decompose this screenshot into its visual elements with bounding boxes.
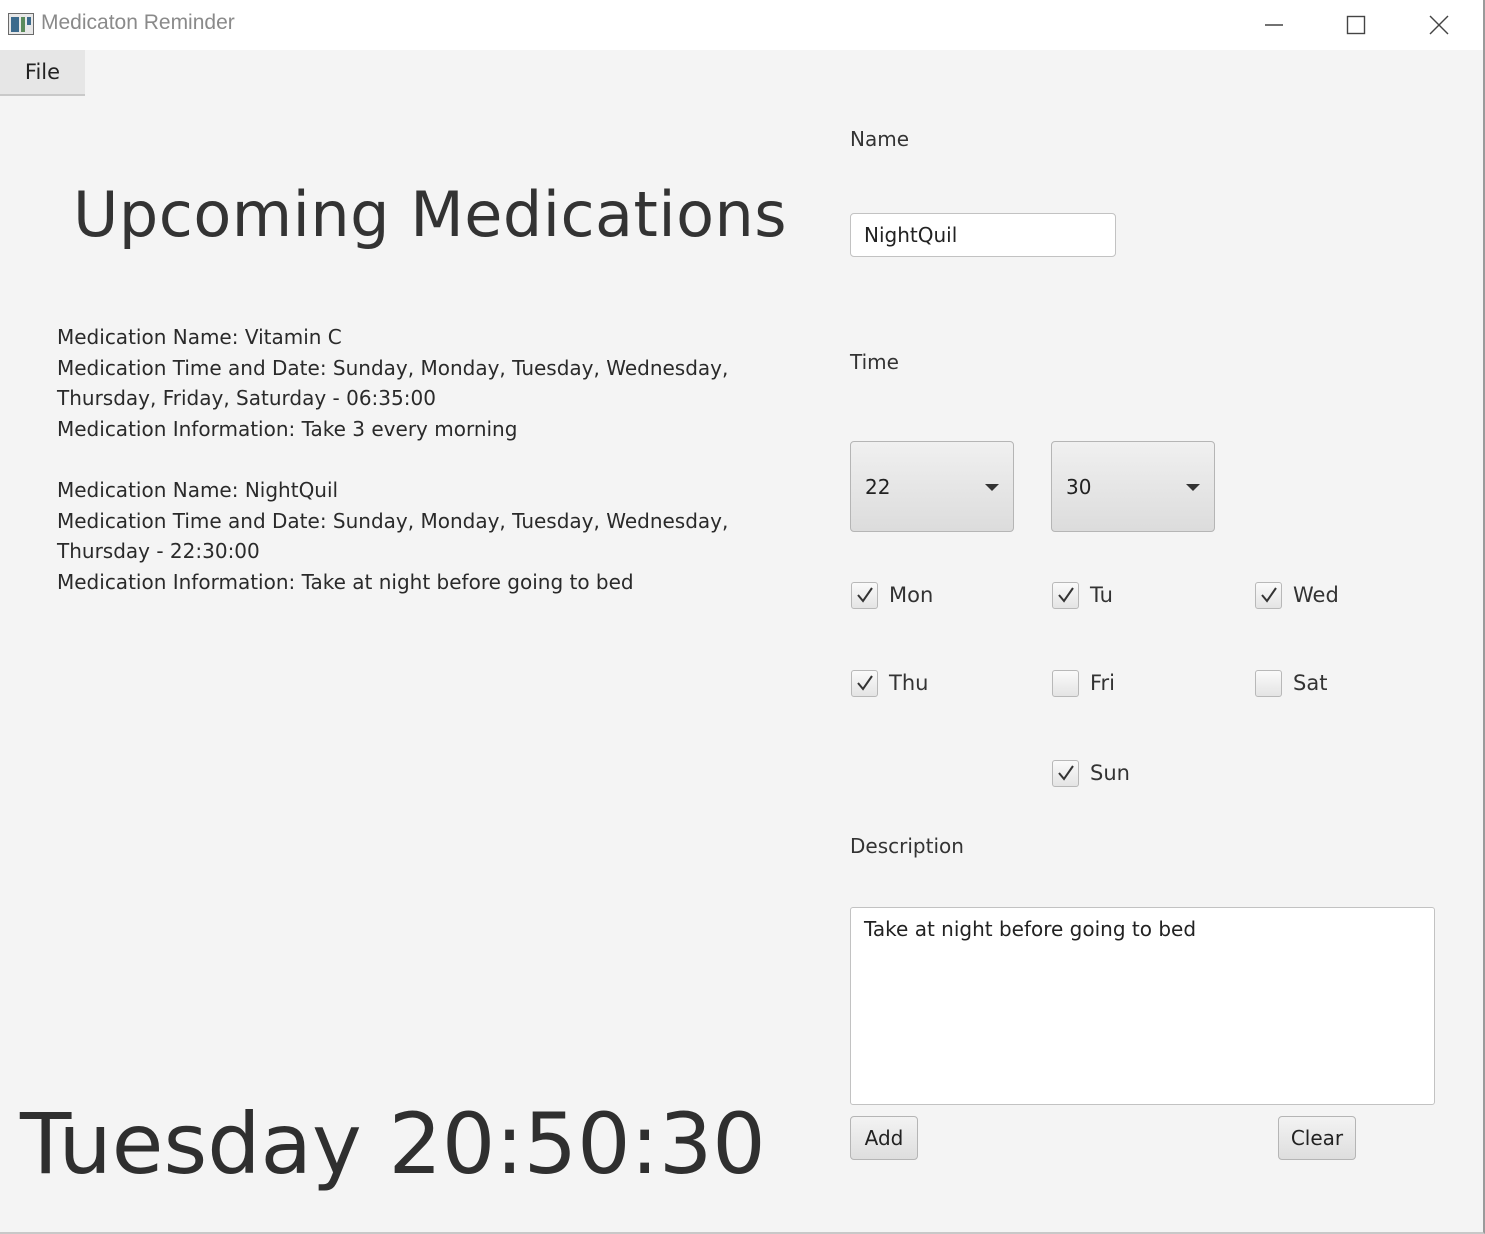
checkbox-fri[interactable]: Fri <box>1052 668 1115 698</box>
medication-time-line: Medication Time and Date: Sunday, Monday… <box>57 355 729 411</box>
checkbox-label: Sun <box>1090 761 1130 785</box>
menu-bar: File <box>0 50 1483 96</box>
medication-name-line: Medication Name: Vitamin C <box>57 325 342 349</box>
medication-info-line: Medication Information: Take at night be… <box>57 569 634 594</box>
check-icon <box>856 587 873 603</box>
add-button[interactable]: Add <box>850 1116 918 1160</box>
maximize-button[interactable] <box>1315 0 1397 50</box>
time-label: Time <box>850 350 899 374</box>
checkbox-box[interactable] <box>851 581 878 609</box>
checkbox-label: Sat <box>1293 671 1328 695</box>
checkbox-label: Mon <box>889 583 934 607</box>
menu-file[interactable]: File <box>0 50 85 96</box>
close-icon <box>1429 15 1449 35</box>
description-label: Description <box>850 834 964 858</box>
checkbox-box[interactable] <box>1255 669 1282 697</box>
checkbox-label: Thu <box>889 671 929 695</box>
check-icon <box>856 675 873 691</box>
checkbox-thu[interactable]: Thu <box>851 668 928 698</box>
window-title: Medicaton Reminder <box>41 11 235 34</box>
title-bar: Medicaton Reminder <box>0 0 1483 50</box>
minimize-button[interactable] <box>1233 0 1315 50</box>
checkbox-box[interactable] <box>851 669 878 697</box>
clear-button[interactable]: Clear <box>1278 1116 1356 1160</box>
name-input[interactable]: NightQuil <box>850 213 1116 257</box>
medication-entry: Medication Name: Vitamin C Medication Ti… <box>57 322 777 444</box>
upcoming-heading: Upcoming Medications <box>73 178 788 251</box>
checkbox-box[interactable] <box>1052 759 1079 787</box>
medication-time-line: Medication Time and Date: Sunday, Monday… <box>57 508 729 564</box>
checkbox-wed[interactable]: Wed <box>1255 580 1339 610</box>
minimize-icon <box>1265 24 1283 26</box>
description-textarea[interactable]: Take at night before going to bed <box>850 907 1435 1105</box>
minute-value: 30 <box>1066 475 1092 499</box>
maximize-icon <box>1346 15 1366 35</box>
medication-entry: Medication Name: NightQuil Medication Ti… <box>57 475 777 597</box>
check-icon <box>1057 587 1074 603</box>
checkbox-box[interactable] <box>1052 669 1079 697</box>
checkbox-label: Fri <box>1090 671 1116 695</box>
app-icon <box>8 13 34 35</box>
medication-list: Medication Name: Vitamin C Medication Ti… <box>57 322 777 628</box>
medication-info-line: Medication Information: Take 3 every mor… <box>57 416 518 441</box>
check-icon <box>1260 587 1277 603</box>
checkbox-mon[interactable]: Mon <box>851 580 933 610</box>
close-button[interactable] <box>1398 0 1480 50</box>
current-clock: Tuesday 20:50:30 <box>20 1095 766 1193</box>
chevron-down-icon <box>985 484 999 491</box>
checkbox-box[interactable] <box>1255 581 1282 609</box>
checkbox-label: Tu <box>1090 583 1113 607</box>
check-icon <box>1057 765 1074 781</box>
checkbox-sat[interactable]: Sat <box>1255 668 1327 698</box>
chevron-down-icon <box>1186 484 1200 491</box>
name-label: Name <box>850 127 910 151</box>
minute-select[interactable]: 30 <box>1051 441 1215 532</box>
medication-name-line: Medication Name: NightQuil <box>57 477 339 502</box>
checkbox-sun[interactable]: Sun <box>1052 758 1130 788</box>
hour-value: 22 <box>865 475 891 499</box>
app-window: Medicaton Reminder File Upcoming Medicat… <box>0 0 1485 1234</box>
checkbox-box[interactable] <box>1052 581 1079 609</box>
checkbox-tu[interactable]: Tu <box>1052 580 1113 610</box>
checkbox-label: Wed <box>1293 583 1339 607</box>
hour-select[interactable]: 22 <box>850 441 1014 532</box>
